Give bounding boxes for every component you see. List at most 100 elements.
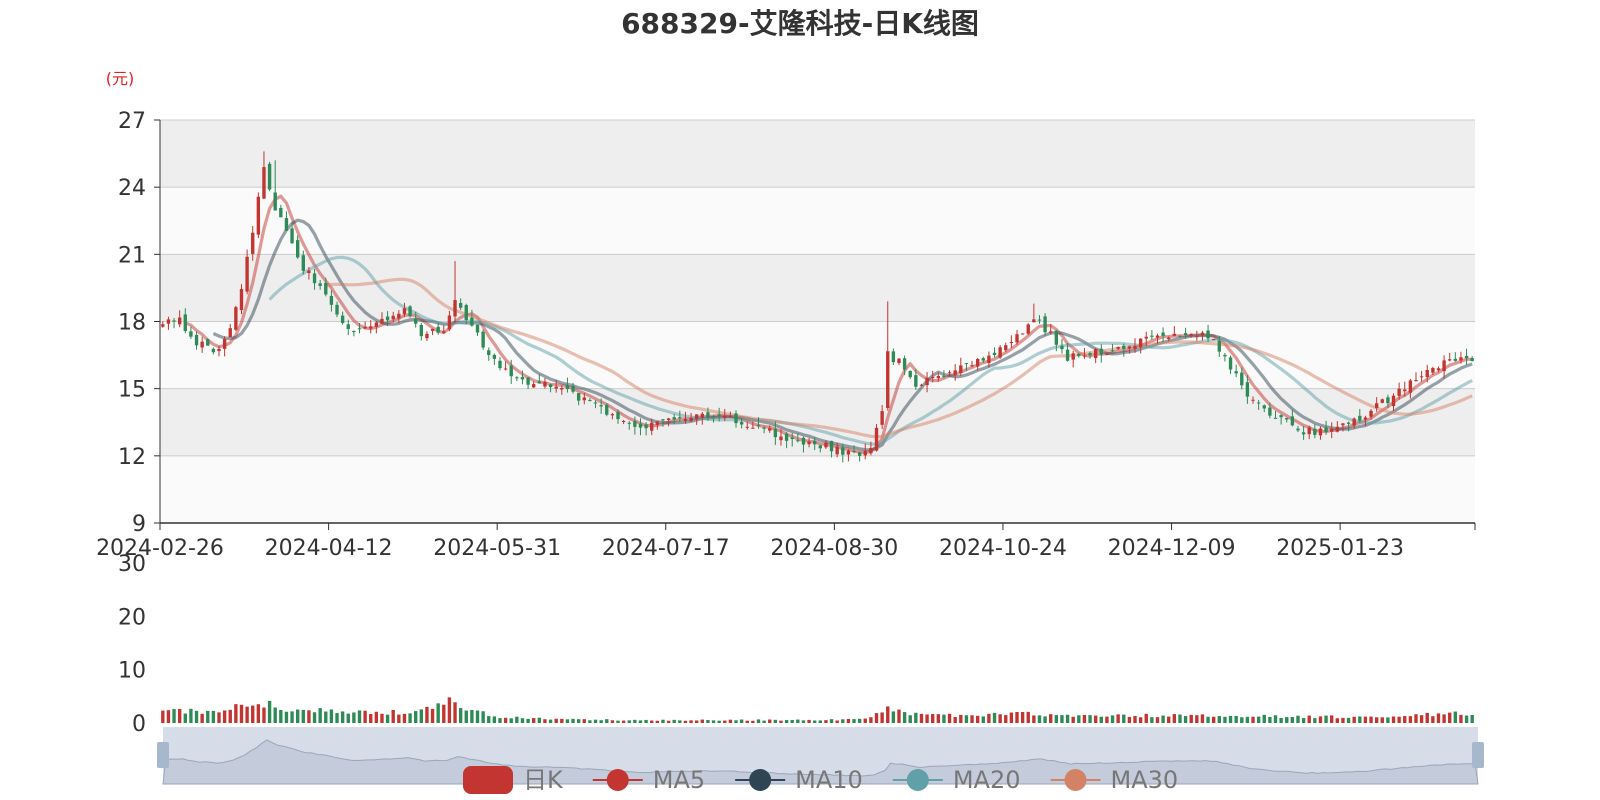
zoom-handle[interactable]	[1472, 742, 1484, 768]
candle-body	[852, 451, 856, 453]
volume-bar	[436, 703, 440, 723]
y-tick-label: 12	[118, 445, 146, 470]
candle-body	[638, 423, 643, 428]
zoom-handle[interactable]	[157, 742, 169, 768]
volume-bar	[1391, 716, 1396, 723]
candle-body	[1088, 353, 1092, 356]
candle-body	[307, 270, 311, 274]
volume-bar	[1189, 714, 1193, 723]
volume-bar	[1307, 715, 1311, 723]
volume-bar	[1127, 716, 1132, 723]
candle-body	[1380, 399, 1384, 403]
candle-body	[453, 300, 457, 317]
volume-bar	[953, 717, 957, 723]
volume-bar	[1273, 715, 1278, 723]
volume-bar	[1397, 716, 1401, 723]
candle-body	[706, 412, 710, 418]
candle-body	[1262, 405, 1266, 409]
volume-bar	[874, 713, 879, 723]
candle	[234, 305, 238, 331]
volume-bar	[290, 711, 294, 723]
candle-body	[1009, 342, 1014, 344]
volume-bar	[1251, 716, 1255, 723]
volume-bar	[307, 710, 311, 723]
candle-body	[863, 450, 867, 456]
candle-body	[447, 315, 452, 330]
candle-body	[762, 427, 766, 429]
volume-bar	[1386, 717, 1390, 723]
volume-bar	[194, 710, 199, 723]
volume-bar	[987, 713, 991, 723]
candle-body	[1015, 334, 1019, 343]
candle-body	[369, 326, 373, 329]
candle-body	[1268, 407, 1272, 416]
candle-body	[402, 308, 407, 315]
volume-bar	[829, 719, 834, 723]
candle-body	[779, 436, 783, 441]
volume-bar	[1279, 718, 1283, 723]
y-tick-label: 24	[118, 176, 146, 201]
candle-body	[380, 318, 384, 324]
volume-bar	[1178, 714, 1182, 723]
candle-body	[267, 163, 272, 190]
candle-body	[1442, 360, 1446, 372]
candle	[1212, 339, 1216, 341]
volume-bar	[751, 720, 755, 723]
volume-bar	[1020, 711, 1025, 723]
volume-bar	[374, 711, 379, 723]
candle-body	[1183, 333, 1188, 336]
volume-bar	[200, 713, 204, 723]
candle-body	[503, 368, 508, 370]
x-tick-label: 2024-08-30	[770, 536, 898, 561]
candle-body	[183, 314, 187, 331]
candle-body	[1116, 346, 1120, 349]
volume-bar	[1425, 712, 1429, 723]
candle-body	[251, 232, 255, 254]
candle-body	[711, 416, 716, 418]
candle-body	[1223, 354, 1227, 357]
volume-bar	[312, 712, 317, 723]
volume-bar	[1301, 718, 1306, 723]
volume-bar	[1071, 716, 1075, 723]
candle-body	[1077, 354, 1081, 357]
volume-bar	[447, 697, 452, 723]
candle-body	[194, 334, 199, 346]
date-axis: 2024-02-26 2024-04-12 2024-05-31 2024-07-17…	[96, 522, 1476, 561]
volume-bar	[1363, 716, 1368, 723]
volume-bar	[818, 720, 822, 723]
volume-bar	[1245, 716, 1250, 723]
candle	[1026, 323, 1030, 336]
y-tick-label: 27	[118, 109, 146, 134]
candle-body	[751, 427, 755, 429]
candle-body	[464, 305, 468, 321]
volume-bar	[1155, 717, 1160, 723]
candle-body	[391, 315, 395, 320]
candle-body	[532, 384, 536, 388]
candle-body	[189, 331, 193, 337]
volume-bar	[369, 714, 373, 723]
candle-body	[874, 427, 879, 451]
candle-body	[458, 302, 463, 308]
candle-body	[340, 315, 345, 324]
candle	[267, 161, 272, 192]
candle-body	[678, 417, 682, 419]
candle-body	[644, 424, 648, 429]
volume-bar	[346, 713, 350, 723]
volume-bar	[1060, 715, 1064, 723]
legend-marker	[906, 769, 929, 791]
volume-bar	[1054, 715, 1059, 723]
y-tick-label: 18	[118, 311, 146, 336]
volume-bar	[700, 719, 704, 723]
volume-bar	[222, 710, 227, 723]
candle-body	[829, 440, 834, 452]
volume-bar	[863, 718, 867, 723]
candle-body	[284, 218, 289, 231]
volume-bar	[1374, 717, 1379, 723]
volume-bar	[1195, 715, 1199, 723]
candle-body	[700, 413, 704, 418]
volume-bar	[627, 720, 631, 723]
candle-body	[886, 351, 890, 408]
candle-body	[177, 317, 182, 325]
volume-bar	[650, 720, 654, 723]
candle-body	[509, 365, 513, 377]
